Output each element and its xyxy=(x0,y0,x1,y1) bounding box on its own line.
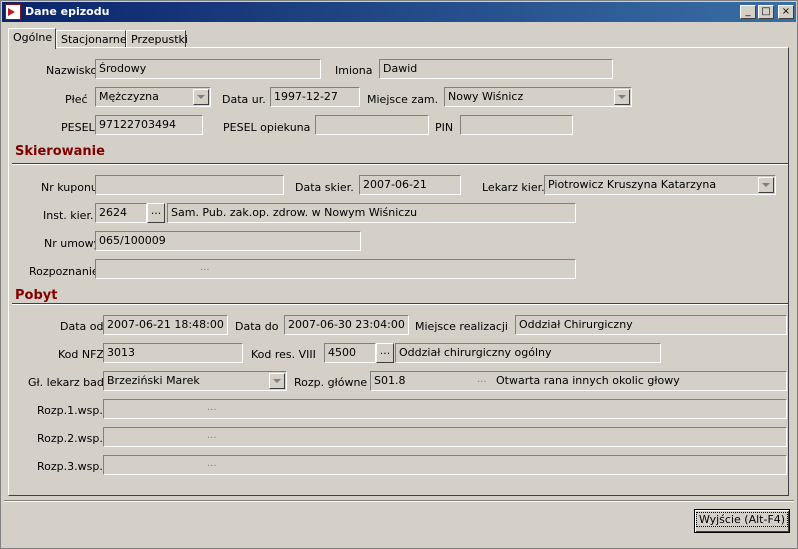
inst-kier-code-field[interactable]: 2624 xyxy=(95,203,147,223)
inst-kier-name-field[interactable]: Sam. Pub. zak.op. zdrow. w Nowym Wiśnicz… xyxy=(167,203,576,223)
gl-lekarz-select[interactable]: Brzeziński Marek xyxy=(103,371,287,391)
pesel-opiekuna-label: PESEL opiekuna xyxy=(223,121,311,134)
section-divider xyxy=(12,303,788,305)
chevron-down-icon[interactable] xyxy=(269,373,285,389)
tab-ogolne[interactable]: Ogólne xyxy=(8,28,56,49)
chevron-down-icon[interactable] xyxy=(758,177,774,193)
nr-kuponu-field[interactable] xyxy=(95,175,284,195)
rozp2-label: Rozp.2.wsp. xyxy=(37,432,103,445)
kod-res-code-field[interactable]: 4500 xyxy=(324,343,376,363)
nazwisko-label: Nazwisko xyxy=(46,64,98,77)
rozp2-browse-button[interactable]: ... xyxy=(207,430,217,441)
rozpoznanie-label: Rozpoznanie xyxy=(29,265,99,278)
miejsce-realizacji-label: Miejsce realizacji xyxy=(415,320,508,333)
data-skier-field[interactable]: 2007-06-21 xyxy=(359,175,461,195)
nr-umowy-label: Nr umowy xyxy=(44,237,101,250)
kod-res-name-field[interactable]: Oddział chirurgiczny ogólny xyxy=(395,343,661,363)
nr-kuponu-label: Nr kuponu xyxy=(41,181,98,194)
episode-window: Dane epizodu _ □ × Ogólne Stacjonarne Pr… xyxy=(0,0,798,549)
kod-nfz-label: Kod NFZ xyxy=(58,348,104,361)
kod-res-label: Kod res. VIII xyxy=(251,348,316,361)
tab-stacjonarne[interactable]: Stacjonarne xyxy=(56,30,127,48)
title-bar[interactable]: Dane epizodu _ □ × xyxy=(2,2,796,22)
nazwisko-field[interactable]: Środowy xyxy=(95,59,321,79)
rozpoznanie-browse-button[interactable]: ... xyxy=(200,262,210,273)
data-ur-label: Data ur. xyxy=(222,93,266,106)
miejsce-zam-label: Miejsce zam. xyxy=(367,93,439,106)
gl-lekarz-value: Brzeziński Marek xyxy=(103,371,287,391)
pin-label: PIN xyxy=(435,121,454,134)
rozp-glowne-label: Rozp. główne xyxy=(294,376,368,389)
rozp1-browse-button[interactable]: ... xyxy=(207,402,217,413)
rozp-glowne-name: Otwarta rana innych okolic głowy xyxy=(496,374,680,387)
minimize-button[interactable]: _ xyxy=(740,5,756,19)
data-od-label: Data od xyxy=(60,320,104,333)
rozp-glowne-browse-button[interactable]: ... xyxy=(477,374,487,385)
maximize-button[interactable]: □ xyxy=(758,5,774,19)
kod-res-browse-button[interactable]: ... xyxy=(376,343,394,363)
data-od-field[interactable]: 2007-06-21 18:48:00 xyxy=(103,315,228,335)
chevron-down-icon[interactable] xyxy=(193,89,209,105)
section-pobyt: Pobyt xyxy=(15,288,58,303)
imiona-field[interactable]: Dawid xyxy=(379,59,613,79)
rozpoznanie-field[interactable] xyxy=(95,259,576,279)
miejsce-zam-select[interactable]: Nowy Wiśnicz xyxy=(444,87,632,107)
inst-kier-browse-button[interactable]: ... xyxy=(147,203,165,223)
window-title: Dane epizodu xyxy=(25,5,110,18)
data-do-field[interactable]: 2007-06-30 23:04:00 xyxy=(284,315,409,335)
plec-select[interactable]: Mężczyzna xyxy=(95,87,211,107)
rozp3-browse-button[interactable]: ... xyxy=(207,458,217,469)
plec-label: Płeć xyxy=(65,93,88,106)
data-ur-field[interactable]: 1997-12-27 xyxy=(270,87,360,107)
kod-nfz-field[interactable]: 3013 xyxy=(103,343,243,363)
app-icon[interactable] xyxy=(5,4,21,20)
nr-umowy-field[interactable]: 065/100009 xyxy=(95,231,361,251)
pesel-field[interactable]: 97122703494 xyxy=(95,115,203,135)
miejsce-realizacji-field[interactable]: Oddział Chirurgiczny xyxy=(515,315,787,335)
inst-kier-label: Inst. kier. xyxy=(43,209,94,222)
rozp2-field[interactable] xyxy=(103,427,787,447)
data-do-label: Data do xyxy=(235,320,279,333)
imiona-label: Imiona xyxy=(335,64,373,77)
lekarz-kier-label: Lekarz kier. xyxy=(482,181,545,194)
section-skierowanie: Skierowanie xyxy=(15,144,105,159)
gl-lekarz-label: Gł. lekarz bad. xyxy=(28,376,108,389)
tab-przepustki[interactable]: Przepustki xyxy=(126,30,188,48)
footer-divider xyxy=(4,500,794,502)
data-skier-label: Data skier. xyxy=(295,181,354,194)
rozp1-label: Rozp.1.wsp. xyxy=(37,404,103,417)
pin-field[interactable] xyxy=(460,115,573,135)
rozp1-field[interactable] xyxy=(103,399,787,419)
section-divider xyxy=(12,163,788,165)
pesel-label: PESEL xyxy=(61,121,95,134)
exit-button[interactable]: Wyjście (Alt-F4) xyxy=(694,509,790,533)
chevron-down-icon[interactable] xyxy=(614,89,630,105)
lekarz-kier-value: Piotrowicz Kruszyna Katarzyna xyxy=(544,175,776,195)
rozp3-label: Rozp.3.wsp. xyxy=(37,460,103,473)
pesel-opiekuna-field[interactable] xyxy=(315,115,429,135)
exit-button-label: Wyjście (Alt-F4) xyxy=(695,512,789,527)
miejsce-zam-value: Nowy Wiśnicz xyxy=(444,87,632,107)
rozp3-field[interactable] xyxy=(103,455,787,475)
close-button[interactable]: × xyxy=(778,5,794,19)
lekarz-kier-select[interactable]: Piotrowicz Kruszyna Katarzyna xyxy=(544,175,776,195)
